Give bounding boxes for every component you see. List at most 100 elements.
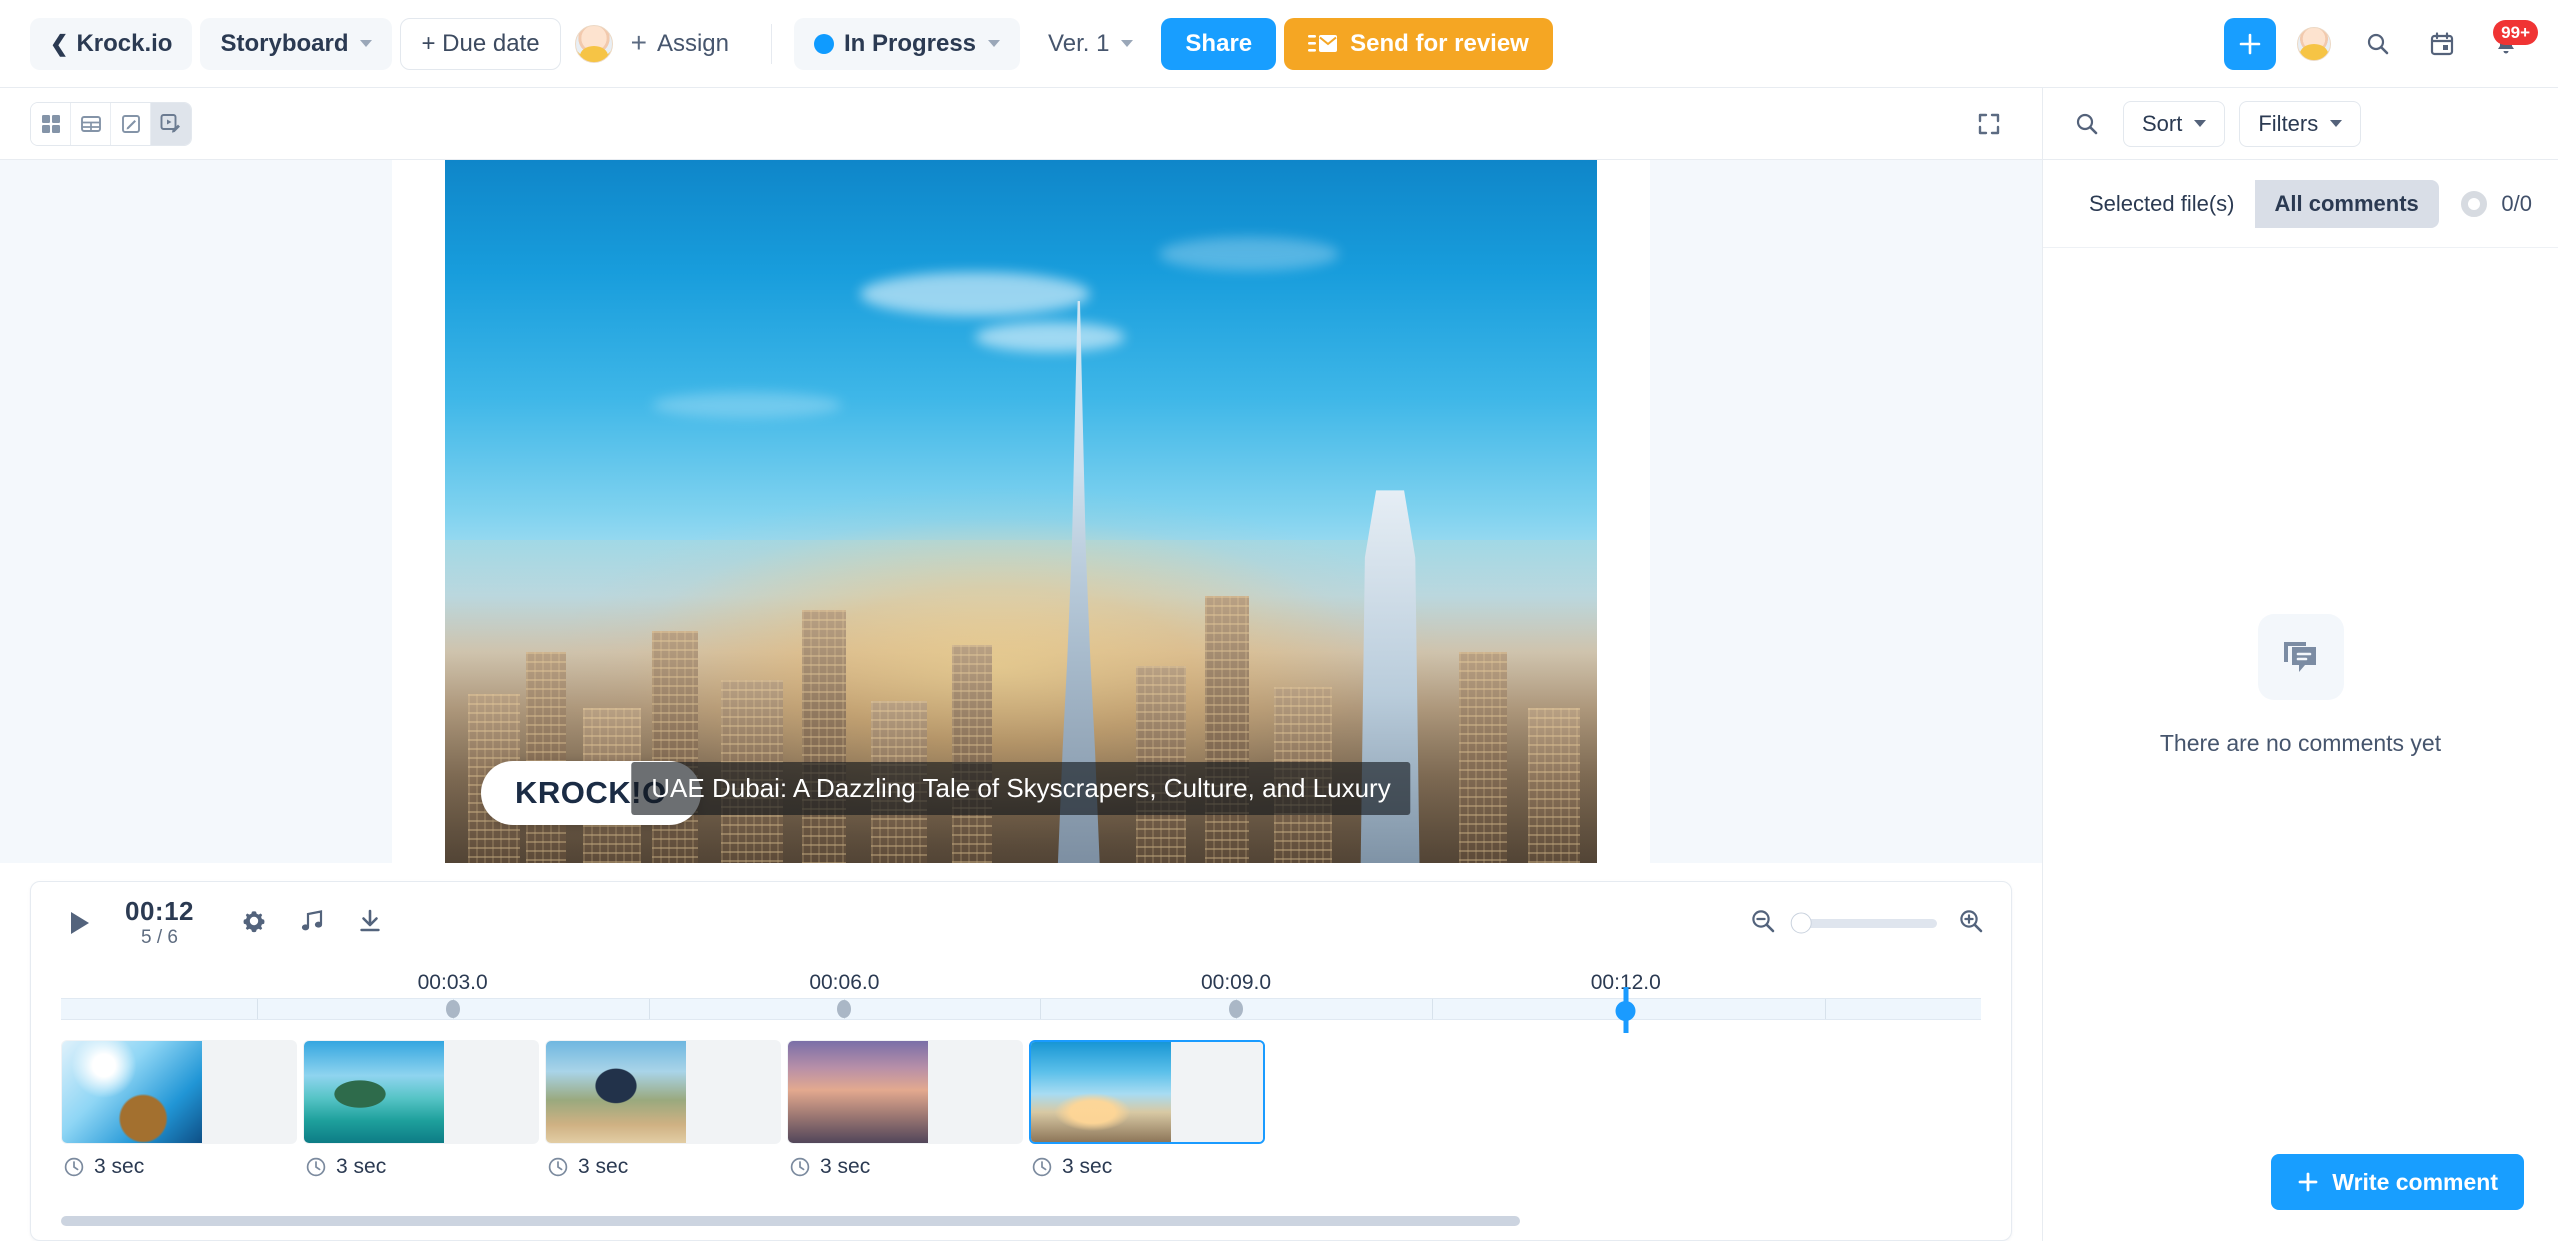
zoom-in-icon	[1960, 909, 1983, 932]
building-shape	[951, 645, 992, 863]
calendar-button[interactable]	[2416, 17, 2468, 70]
notifications-button[interactable]: 99+	[2480, 17, 2538, 70]
share-button[interactable]: Share	[1161, 17, 1277, 70]
clip-strip: 3 sec 3 sec 3 sec 3 sec 3 sec	[31, 1028, 2011, 1240]
due-date-button[interactable]: + Due date	[400, 17, 561, 70]
building-shape	[1458, 652, 1507, 863]
cloud-shape	[652, 391, 843, 418]
fullscreen-button[interactable]	[1966, 101, 2012, 147]
ruler-tick	[1825, 999, 1827, 1019]
clip-box[interactable]	[61, 1040, 297, 1144]
clip-marker[interactable]	[837, 1000, 852, 1018]
top-bar: ❮ Krock.io Storyboard + Due date + Assig…	[0, 0, 2558, 88]
clock-icon	[548, 1157, 568, 1177]
timeline-clip[interactable]: 3 sec	[303, 1040, 539, 1179]
share-label: Share	[1185, 29, 1253, 57]
timeline-clip[interactable]: 3 sec	[1029, 1040, 1265, 1179]
clip-marker[interactable]	[1229, 1000, 1244, 1018]
add-button[interactable]	[2224, 17, 2276, 70]
comments-icon	[2283, 642, 2316, 672]
tab-all-comments[interactable]: All comments	[2254, 179, 2439, 228]
comments-search-button[interactable]	[2065, 102, 2109, 146]
search-button[interactable]	[2352, 17, 2404, 70]
clip-thumbnail	[1031, 1042, 1171, 1142]
chevron-down-icon	[360, 40, 373, 47]
timeline-clip[interactable]: 3 sec	[545, 1040, 781, 1179]
sort-dropdown[interactable]: Sort	[2123, 100, 2226, 147]
clip-duration: 3 sec	[336, 1155, 387, 1178]
write-comment-button[interactable]: Write comment	[2271, 1154, 2524, 1210]
status-dot-icon	[813, 33, 834, 54]
timeline-zoom-control	[1749, 907, 1985, 940]
clip-box[interactable]	[1029, 1040, 1265, 1144]
clip-box[interactable]	[545, 1040, 781, 1144]
back-to-krock-button[interactable]: ❮ Krock.io	[30, 17, 193, 70]
table-view-button[interactable]	[71, 102, 111, 145]
video-caption: UAE Dubai: A Dazzling Tale of Skyscraper…	[631, 762, 1411, 815]
chevron-down-icon	[1121, 40, 1134, 47]
filters-dropdown[interactable]: Filters	[2239, 100, 2362, 147]
timeline-tools	[240, 907, 384, 940]
clip-duration: 3 sec	[578, 1155, 629, 1178]
comments-panel: Sort Filters Selected file(s) All commen…	[2042, 88, 2558, 1241]
comments-empty-state: There are no comments yet	[2043, 248, 2558, 1123]
storyboard-edit-view-button[interactable]	[151, 102, 191, 145]
playhead[interactable]	[1623, 987, 1629, 1033]
chevron-left-icon: ❮	[50, 30, 69, 56]
send-for-review-label: Send for review	[1350, 29, 1529, 57]
zoom-slider[interactable]	[1790, 912, 1937, 934]
version-dropdown[interactable]: Ver. 1	[1028, 18, 1153, 70]
timeline-panel: 00:12 5 / 6 00:03.0 00:06.0 00:09.0 00:1…	[30, 881, 2012, 1241]
user-avatar-icon	[2297, 26, 2331, 61]
search-icon	[2076, 113, 2098, 134]
play-button[interactable]	[57, 903, 103, 943]
tab-selected-files[interactable]: Selected file(s)	[2069, 179, 2255, 228]
zoom-in-button[interactable]	[1957, 907, 1985, 940]
assign-button[interactable]: + Assign	[611, 18, 749, 70]
zoom-slider-thumb[interactable]	[1790, 912, 1812, 934]
timeline-scrollbar-thumb[interactable]	[61, 1216, 1521, 1226]
timeline-clip[interactable]: 3 sec	[61, 1040, 297, 1179]
clip-marker[interactable]	[445, 1000, 460, 1018]
timeline-clip[interactable]: 3 sec	[787, 1040, 1023, 1179]
music-note-icon	[301, 909, 323, 930]
status-dropdown[interactable]: In Progress	[793, 17, 1021, 70]
comments-footer: Write comment	[2043, 1123, 2558, 1241]
table-icon	[80, 115, 101, 132]
audio-button[interactable]	[298, 907, 326, 940]
comments-tabs-row: Selected file(s) All comments 0/0	[2043, 160, 2558, 248]
version-label: Ver. 1	[1048, 29, 1110, 57]
building-shape	[1527, 708, 1580, 863]
clip-thumbnail	[62, 1041, 202, 1143]
clip-meta: 3 sec	[303, 1155, 539, 1179]
timeline-scrollbar[interactable]	[61, 1216, 1981, 1226]
send-for-review-button[interactable]: Send for review	[1284, 17, 1553, 70]
current-time-display[interactable]: 00:12 5 / 6	[125, 898, 194, 948]
assignee-avatar[interactable]	[574, 24, 613, 63]
timeline-ruler[interactable]: 00:03.0 00:06.0 00:09.0 00:12.0	[31, 964, 2011, 1033]
sort-label: Sort	[2142, 110, 2183, 136]
clip-meta: 3 sec	[61, 1155, 297, 1179]
project-name-dropdown[interactable]: Storyboard	[200, 17, 393, 70]
zoom-out-button[interactable]	[1749, 907, 1777, 940]
comments-counter: 0/0	[2461, 190, 2532, 217]
ruler-label-row: 00:03.0 00:06.0 00:09.0 00:12.0	[61, 964, 1981, 998]
grid-view-button[interactable]	[31, 102, 71, 145]
cloud-shape	[974, 321, 1125, 352]
clip-empty-area	[444, 1041, 538, 1143]
chevron-down-icon	[988, 40, 1001, 47]
clip-box[interactable]	[787, 1040, 1023, 1144]
video-preview[interactable]: KROCK!O UAE Dubai: A Dazzling Tale of Sk…	[445, 160, 1597, 863]
user-avatar-button[interactable]	[2288, 18, 2340, 70]
edit-view-button[interactable]	[111, 102, 151, 145]
ruler-bar[interactable]	[61, 987, 1981, 1033]
progress-ring-icon	[2461, 190, 2488, 217]
fullscreen-icon	[1978, 113, 2000, 134]
clip-duration: 3 sec	[94, 1155, 145, 1178]
download-icon	[360, 909, 380, 931]
settings-button[interactable]	[240, 907, 268, 940]
clip-box[interactable]	[303, 1040, 539, 1144]
download-button[interactable]	[356, 907, 384, 940]
timeline-controls: 00:12 5 / 6	[31, 882, 2011, 964]
write-comment-label: Write comment	[2332, 1168, 2498, 1195]
